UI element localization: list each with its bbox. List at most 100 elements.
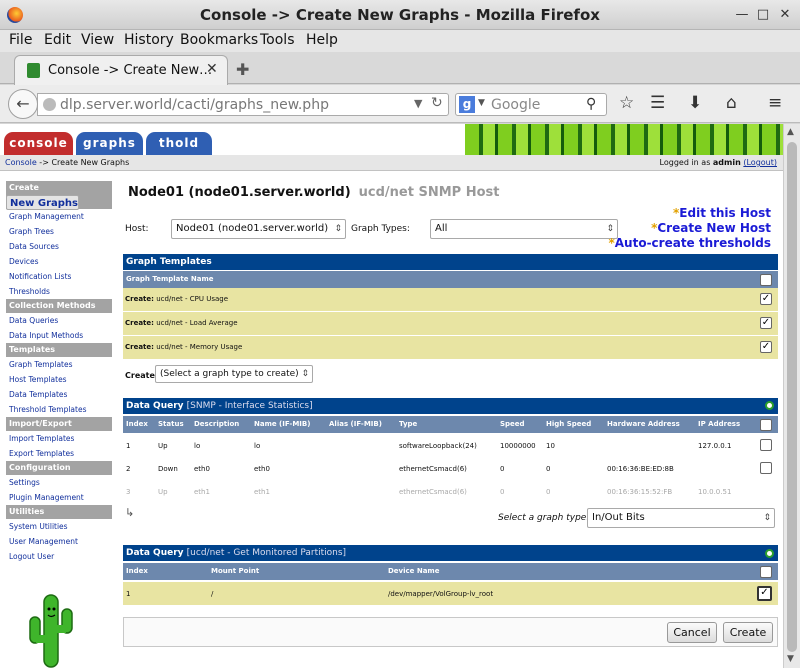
- select-all-partitions-checkbox[interactable]: [760, 566, 772, 578]
- interface-cell: eth1: [254, 488, 270, 496]
- interface-row: 1 Up lo lo softwareLoopback(24) 10000000 10 127…: [123, 435, 778, 457]
- home-icon[interactable]: ⌂: [726, 93, 737, 113]
- sidebar-item-system-utilities[interactable]: System Utilities: [6, 519, 112, 534]
- edit-host-link[interactable]: *Edit this Host: [608, 206, 771, 221]
- url-dropdown-icon[interactable]: ▼: [414, 97, 422, 110]
- tab-console[interactable]: console: [4, 132, 73, 155]
- dq-partitions-header-prefix: Data Query: [126, 548, 184, 558]
- scroll-down-icon[interactable]: ▼: [787, 654, 794, 664]
- graph-template-checkbox[interactable]: ✓: [760, 317, 772, 329]
- search-placeholder[interactable]: Google: [491, 97, 540, 113]
- cacti-banner: console graphs thold: [0, 124, 783, 155]
- back-button[interactable]: ←: [8, 89, 38, 119]
- menu-edit[interactable]: Edit: [44, 32, 71, 48]
- menu-tools[interactable]: Tools: [260, 32, 295, 48]
- sidebar-header-configuration: Configuration: [6, 461, 112, 475]
- template-name: ucd/net - CPU Usage: [156, 295, 229, 303]
- google-icon[interactable]: g: [459, 96, 475, 113]
- page-scrollbar[interactable]: ▲ ▼: [783, 124, 800, 668]
- reload-query-icon[interactable]: [765, 401, 774, 410]
- tab-thold[interactable]: thold: [146, 132, 212, 155]
- graph-template-row: Create: ucd/net - Load Average ✓: [123, 312, 778, 335]
- sidebar-item-thresholds[interactable]: Thresholds: [6, 284, 112, 299]
- breadcrumb-text: Console -> Create New Graphs: [5, 155, 129, 171]
- sidebar-item-notification-lists[interactable]: Notification Lists: [6, 269, 112, 284]
- reload-query-icon[interactable]: [765, 549, 774, 558]
- menu-file[interactable]: File: [9, 32, 32, 48]
- interface-row: 3 Up eth1 eth1 ethernetCsmacd(6) 0 0 00:16:36:1…: [123, 481, 778, 503]
- menu-view[interactable]: View: [81, 32, 114, 48]
- bookmark-star-icon[interactable]: ☆: [619, 93, 634, 113]
- maximize-icon[interactable]: □: [755, 7, 771, 23]
- logout-link[interactable]: (Logout): [743, 158, 777, 167]
- sidebar-item-graph-trees[interactable]: Graph Trees: [6, 224, 112, 239]
- dq-interface-graph-type-select[interactable]: In/Out Bits ⇕: [587, 508, 775, 528]
- url-bar[interactable]: dlp.server.world/cacti/graphs_new.php ▼ …: [37, 93, 449, 116]
- reload-icon[interactable]: ↻: [431, 95, 443, 111]
- hamburger-menu-icon[interactable]: ≡: [768, 93, 782, 113]
- search-bar[interactable]: g ▼ Google ⚲: [455, 93, 607, 116]
- interface-cell: 10: [546, 442, 555, 450]
- reading-list-icon[interactable]: ☰: [650, 93, 665, 113]
- form-footer: Cancel Create: [123, 617, 778, 647]
- tab-graphs[interactable]: graphs: [76, 132, 143, 155]
- sidebar-item-devices[interactable]: Devices: [6, 254, 112, 269]
- sidebar-item-new-graphs[interactable]: New Graphs: [6, 195, 79, 210]
- sidebar-item-threshold-templates[interactable]: Threshold Templates: [6, 402, 112, 417]
- tab-close-icon[interactable]: ✕: [206, 61, 218, 77]
- download-icon[interactable]: ⬇: [688, 93, 702, 113]
- breadcrumb-console-link[interactable]: Console: [5, 158, 37, 167]
- col-high-speed: High Speed: [546, 420, 592, 428]
- tab-console-create[interactable]: Console -> Create New… ✕: [14, 55, 228, 85]
- partition-cell: /dev/mapper/VolGroup-lv_root: [388, 590, 494, 598]
- sidebar-item-settings[interactable]: Settings: [6, 475, 112, 490]
- minimize-icon[interactable]: —: [734, 7, 750, 23]
- sidebar-header-collection-methods: Collection Methods: [6, 299, 112, 313]
- menu-bookmarks[interactable]: Bookmarks: [180, 32, 258, 48]
- select-all-interfaces-checkbox[interactable]: [760, 419, 772, 431]
- menu-help[interactable]: Help: [306, 32, 338, 48]
- col-graph-template-name: Graph Template Name: [126, 275, 214, 283]
- sidebar-item-graph-management[interactable]: Graph Management: [6, 209, 112, 224]
- breadcrumb-current: -> Create New Graphs: [36, 158, 130, 167]
- sidebar-item-host-templates[interactable]: Host Templates: [6, 372, 112, 387]
- search-engine-dropdown-icon[interactable]: ▼: [478, 98, 485, 108]
- template-name: ucd/net - Memory Usage: [156, 343, 243, 351]
- create-button[interactable]: Create: [723, 622, 773, 643]
- scroll-up-icon[interactable]: ▲: [787, 127, 794, 137]
- create-graph-type-select[interactable]: (Select a graph type to create) ⇕: [155, 365, 313, 383]
- sidebar-item-data-input-methods[interactable]: Data Input Methods: [6, 328, 112, 343]
- interface-checkbox[interactable]: [760, 462, 772, 474]
- sidebar-item-data-queries[interactable]: Data Queries: [6, 313, 112, 328]
- auto-create-thresholds-link[interactable]: *Auto-create thresholds: [608, 236, 771, 251]
- create-host-link[interactable]: *Create New Host: [608, 221, 771, 236]
- sidebar-item-data-sources[interactable]: Data Sources: [6, 239, 112, 254]
- graph-types-select[interactable]: All ⇕: [430, 219, 618, 239]
- menu-history[interactable]: History: [124, 32, 174, 48]
- graph-template-name: Create: ucd/net - Memory Usage: [125, 343, 242, 351]
- graph-template-checkbox[interactable]: ✓: [760, 341, 772, 353]
- sidebar-item-logout-user[interactable]: Logout User: [6, 549, 112, 564]
- window-titlebar: Console -> Create New Graphs - Mozilla F…: [0, 0, 800, 30]
- partition-checkbox[interactable]: ✓: [757, 586, 772, 601]
- scroll-thumb[interactable]: [787, 142, 797, 652]
- graph-template-checkbox[interactable]: ✓: [760, 293, 772, 305]
- dq-interface-header-prefix: Data Query: [126, 401, 184, 411]
- host-select[interactable]: Node01 (node01.server.world) ⇕: [171, 219, 346, 239]
- url-text[interactable]: dlp.server.world/cacti/graphs_new.php: [60, 97, 329, 113]
- sidebar-item-data-templates[interactable]: Data Templates: [6, 387, 112, 402]
- close-window-icon[interactable]: ✕: [777, 7, 793, 23]
- sidebar-item-graph-templates[interactable]: Graph Templates: [6, 357, 112, 372]
- sidebar-item-user-management[interactable]: User Management: [6, 534, 112, 549]
- search-binoculars-icon[interactable]: ⚲: [586, 96, 596, 112]
- cancel-button[interactable]: Cancel: [667, 622, 717, 643]
- select-arrow-icon: ⇕: [763, 513, 771, 523]
- interface-cell: 0: [546, 465, 551, 473]
- sidebar-item-plugin-management[interactable]: Plugin Management: [6, 490, 112, 505]
- select-all-templates-checkbox[interactable]: [760, 274, 772, 286]
- sidebar-item-export-templates[interactable]: Export Templates: [6, 446, 112, 461]
- interface-checkbox[interactable]: [760, 439, 772, 451]
- sidebar-item-import-templates[interactable]: Import Templates: [6, 431, 112, 446]
- graph-template-name: Create: ucd/net - Load Average: [125, 319, 238, 327]
- new-tab-icon[interactable]: ✚: [236, 60, 249, 79]
